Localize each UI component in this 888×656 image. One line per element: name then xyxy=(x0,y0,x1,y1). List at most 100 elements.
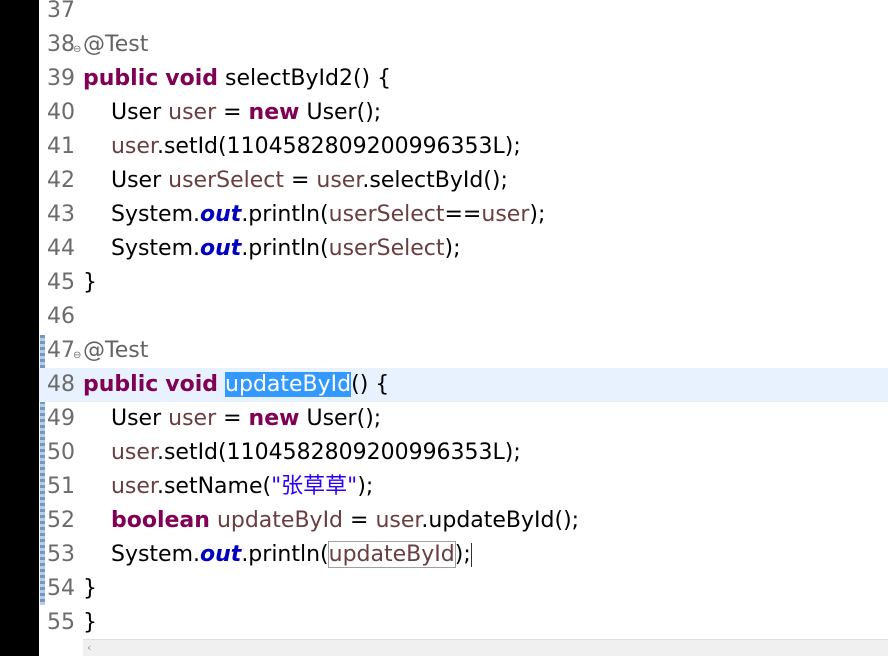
code-token: User(); xyxy=(299,406,382,431)
code-line[interactable]: 44 System.out.println(userSelect); xyxy=(39,232,888,266)
code-token: .setName( xyxy=(156,474,272,499)
code-text: user.setId(1104582809200996353L); xyxy=(83,436,521,470)
code-text: @Test xyxy=(83,28,148,62)
code-line[interactable]: 54} xyxy=(39,572,888,606)
code-line[interactable]: 42 User userSelect = user.selectById(); xyxy=(39,164,888,198)
code-token: out xyxy=(200,542,242,567)
code-token: } xyxy=(83,610,97,635)
line-number: 41 xyxy=(47,134,75,159)
code-token: .println( xyxy=(241,202,329,227)
code-token: user xyxy=(110,134,157,159)
code-line[interactable]: 39 public void selectById2() { xyxy=(39,62,888,96)
code-token: .setId(1104582809200996353L); xyxy=(156,440,521,465)
code-token: .setId(1104582809200996353L); xyxy=(156,134,521,159)
line-number: 45 xyxy=(47,270,75,295)
code-line[interactable]: 43 System.out.println(userSelect==user); xyxy=(39,198,888,232)
code-token: out xyxy=(200,202,242,227)
code-token: new xyxy=(248,406,300,431)
horizontal-scrollbar[interactable]: ‹ xyxy=(83,639,888,656)
code-token: } xyxy=(83,270,97,295)
line-number: 53 xyxy=(47,542,75,567)
code-token: @Test xyxy=(83,32,149,57)
code-token: = xyxy=(343,508,376,533)
code-token: System. xyxy=(83,236,201,261)
code-line[interactable]: 52 boolean updateById = user.updateById(… xyxy=(39,504,888,538)
code-line[interactable]: 50 user.setId(1104582809200996353L); xyxy=(39,436,888,470)
code-token: ); xyxy=(529,202,546,227)
line-number: 51 xyxy=(47,474,75,499)
code-text: System.out.println(userSelect==user); xyxy=(83,198,545,232)
code-line[interactable]: 48 public void updateById() { xyxy=(39,368,888,402)
line-number: 50 xyxy=(47,440,75,465)
code-token: User xyxy=(83,168,169,193)
line-number: 48 xyxy=(47,372,75,397)
code-line[interactable]: 51 user.setName("张草草"); xyxy=(39,470,888,504)
code-text: public void selectById2() { xyxy=(83,62,391,96)
code-token: System. xyxy=(83,202,201,227)
code-text: user.setName("张草草"); xyxy=(83,470,373,504)
line-number: 37 xyxy=(47,0,75,23)
code-line[interactable]: 55} xyxy=(39,606,888,640)
code-text: User user = new User(); xyxy=(83,96,381,130)
code-token: public xyxy=(83,372,159,397)
code-token: user xyxy=(316,168,363,193)
code-token: user xyxy=(110,440,157,465)
code-text: User user = new User(); xyxy=(83,402,381,436)
line-number: 40 xyxy=(47,100,75,125)
code-text: @Test xyxy=(83,334,148,368)
line-number: 55 xyxy=(47,610,75,635)
code-text: } xyxy=(83,606,97,640)
code-line[interactable]: 49 User user = new User(); xyxy=(39,402,888,436)
code-token: } xyxy=(83,576,97,601)
line-number: 49 xyxy=(47,406,75,431)
code-token: void xyxy=(165,66,219,91)
line-number: 39 xyxy=(47,66,75,91)
code-token: .println( xyxy=(241,542,329,567)
code-line[interactable]: 45} xyxy=(39,266,888,300)
code-token: updateById xyxy=(225,372,352,397)
code-line[interactable]: 37 xyxy=(39,0,888,28)
code-token: public xyxy=(83,66,159,91)
code-token: user xyxy=(168,406,217,431)
code-token: = xyxy=(283,168,317,193)
code-line[interactable]: 53 System.out.println(updateById); xyxy=(39,538,888,572)
code-token: user xyxy=(110,474,157,499)
code-token: userSelect xyxy=(168,168,284,193)
code-token: selectById2() { xyxy=(218,66,392,91)
code-token: User xyxy=(83,100,169,125)
scroll-left-icon[interactable]: ‹ xyxy=(87,640,91,656)
code-text: } xyxy=(83,572,97,606)
code-token: boolean xyxy=(110,508,210,533)
code-token: user xyxy=(375,508,422,533)
code-token: user xyxy=(481,202,530,227)
code-text: } xyxy=(83,266,97,300)
code-text: User userSelect = user.selectById(); xyxy=(83,164,508,198)
code-line[interactable]: 40 User user = new User(); xyxy=(39,96,888,130)
text-cursor xyxy=(470,543,472,567)
code-token: = xyxy=(216,100,249,125)
code-text: public void updateById() { xyxy=(83,368,389,402)
code-token: == xyxy=(444,202,482,227)
code-editor[interactable]: 37 38 ⊖ @Test 39 public void selectById2() {4… xyxy=(39,0,888,656)
line-number: 54 xyxy=(47,576,75,601)
code-text: System.out.println(userSelect); xyxy=(83,232,461,266)
code-token: user xyxy=(168,100,217,125)
line-number: 42 xyxy=(47,168,75,193)
code-token: out xyxy=(200,236,242,261)
code-token: new xyxy=(248,100,300,125)
code-token: ); xyxy=(357,474,374,499)
code-token: userSelect xyxy=(328,236,445,261)
code-line[interactable]: 41 user.setId(1104582809200996353L); xyxy=(39,130,888,164)
code-line[interactable]: 46 xyxy=(39,300,888,334)
code-token: .updateById(); xyxy=(421,508,580,533)
code-line[interactable]: 38 ⊖ @Test xyxy=(39,28,888,62)
code-line[interactable]: 47 ⊖ @Test xyxy=(39,334,888,368)
code-token: = xyxy=(216,406,249,431)
line-number: 43 xyxy=(47,202,75,227)
line-number: 44 xyxy=(47,236,75,261)
code-text: boolean updateById = user.updateById(); xyxy=(83,504,579,538)
